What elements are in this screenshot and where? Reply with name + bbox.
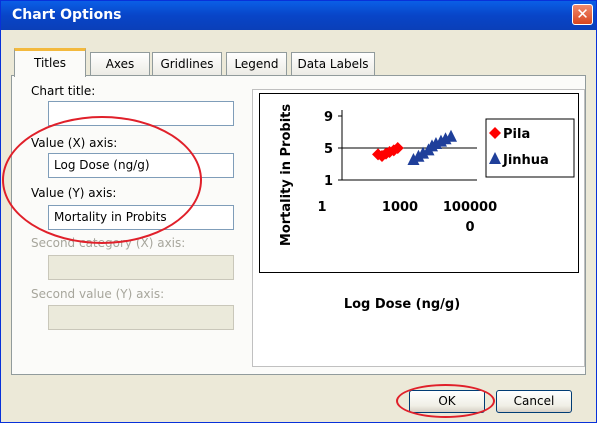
y-axis-field[interactable]: Mortality in Probits [48,205,234,230]
x-axis-field[interactable]: Log Dose (ng/g) [48,153,234,178]
legend: Pila Jinhua [485,118,575,178]
tab-data-labels[interactable]: Data Labels [291,52,375,75]
y-tick-label: 5 [324,142,333,157]
chart-title-field[interactable] [48,101,234,126]
jinhua-legend-label: Jinhua [502,153,549,168]
x-axis-label: Value (X) axis: [31,136,118,150]
tab-titles[interactable]: Titles [14,48,86,77]
tab-legend[interactable]: Legend [226,52,287,75]
y-axis-title: Mortality in Probits [279,104,294,246]
plot-area: 9 5 1 1 1000 100000 0 [317,110,497,235]
x-tick-label: 100000 [443,200,497,215]
y-tick-label: 1 [324,174,333,189]
y-tick-label: 9 [324,110,333,125]
pila-legend-label: Pila [503,127,530,142]
x-axis-title: Log Dose (ng/g) [344,297,460,312]
chart-title-label: Chart title: [31,84,96,98]
dialog-title: Chart Options [12,7,122,23]
y-axis-label: Value (Y) axis: [31,186,117,200]
tab-axes[interactable]: Axes [90,52,150,75]
second-y-axis-label: Second value (Y) axis: [31,287,165,301]
preview-chart: 9 5 1 1 1000 100000 0 Mortality in Probits Log… [279,104,575,312]
title-bar[interactable]: Chart Options ✕ [1,1,596,30]
ok-button[interactable]: OK [409,390,485,413]
second-x-axis-label: Second category (X) axis: [31,236,186,250]
tab-gridlines[interactable]: Gridlines [152,52,222,75]
second-y-axis-field [48,305,234,330]
cancel-button[interactable]: Cancel [496,390,572,413]
x-tick-label: 1 [317,200,326,215]
x-tick-label: 1000 [382,200,418,215]
second-x-axis-field [48,255,234,280]
close-icon[interactable]: ✕ [572,4,593,25]
x-tick-label: 0 [465,220,474,235]
